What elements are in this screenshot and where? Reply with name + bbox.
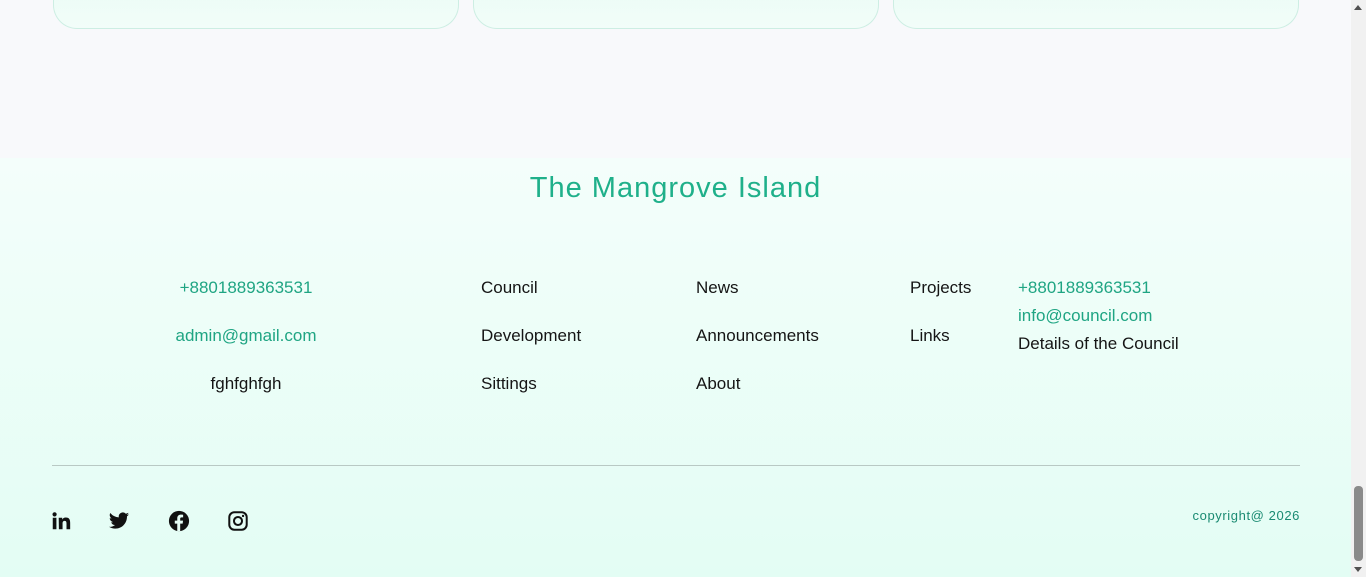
site-footer: The Mangrove Island +8801889363531 admin…	[0, 158, 1351, 577]
feature-card[interactable]	[53, 0, 459, 29]
scrollbar-thumb[interactable]	[1354, 486, 1363, 561]
council-email-link[interactable]: info@council.com	[1018, 306, 1152, 325]
footer-link-projects[interactable]: Projects	[910, 278, 971, 297]
footer-link-about[interactable]: About	[696, 374, 740, 393]
cards-section	[0, 0, 1351, 158]
vertical-scrollbar[interactable]	[1351, 0, 1366, 577]
copyright-text: copyright@ 2026	[1192, 508, 1300, 523]
twitter-icon[interactable]	[108, 510, 130, 532]
linkedin-icon[interactable]	[50, 510, 72, 532]
footer-links-column-3: Projects Links	[910, 278, 971, 374]
footer-link-news[interactable]: News	[696, 278, 739, 297]
instagram-icon[interactable]	[227, 510, 249, 532]
feature-card[interactable]	[473, 0, 879, 29]
footer-address: fghfghfgh	[210, 374, 282, 393]
footer-council-contact: +8801889363531 info@council.com Details …	[1018, 278, 1179, 362]
facebook-icon[interactable]	[168, 510, 190, 532]
footer-divider	[52, 465, 1300, 466]
council-details: Details of the Council	[1018, 334, 1179, 353]
footer-links-column-2: News Announcements About	[696, 278, 819, 422]
footer-link-announcements[interactable]: Announcements	[696, 326, 819, 345]
footer-phone-link[interactable]: +8801889363531	[180, 278, 313, 297]
footer-link-development[interactable]: Development	[481, 326, 581, 345]
footer-links-column-1: Council Development Sittings	[481, 278, 581, 422]
footer-brand-title: The Mangrove Island	[529, 172, 822, 204]
scroll-up-arrow-icon[interactable]	[1351, 0, 1366, 15]
footer-email-link[interactable]: admin@gmail.com	[175, 326, 316, 345]
feature-card[interactable]	[893, 0, 1299, 29]
footer-contact-column: +8801889363531 admin@gmail.com fghfghfgh	[156, 278, 336, 422]
scroll-down-arrow-icon[interactable]	[1351, 562, 1366, 577]
council-phone-link[interactable]: +8801889363531	[1018, 278, 1151, 297]
footer-link-links[interactable]: Links	[910, 326, 950, 345]
footer-link-sittings[interactable]: Sittings	[481, 374, 537, 393]
footer-link-council[interactable]: Council	[481, 278, 538, 297]
